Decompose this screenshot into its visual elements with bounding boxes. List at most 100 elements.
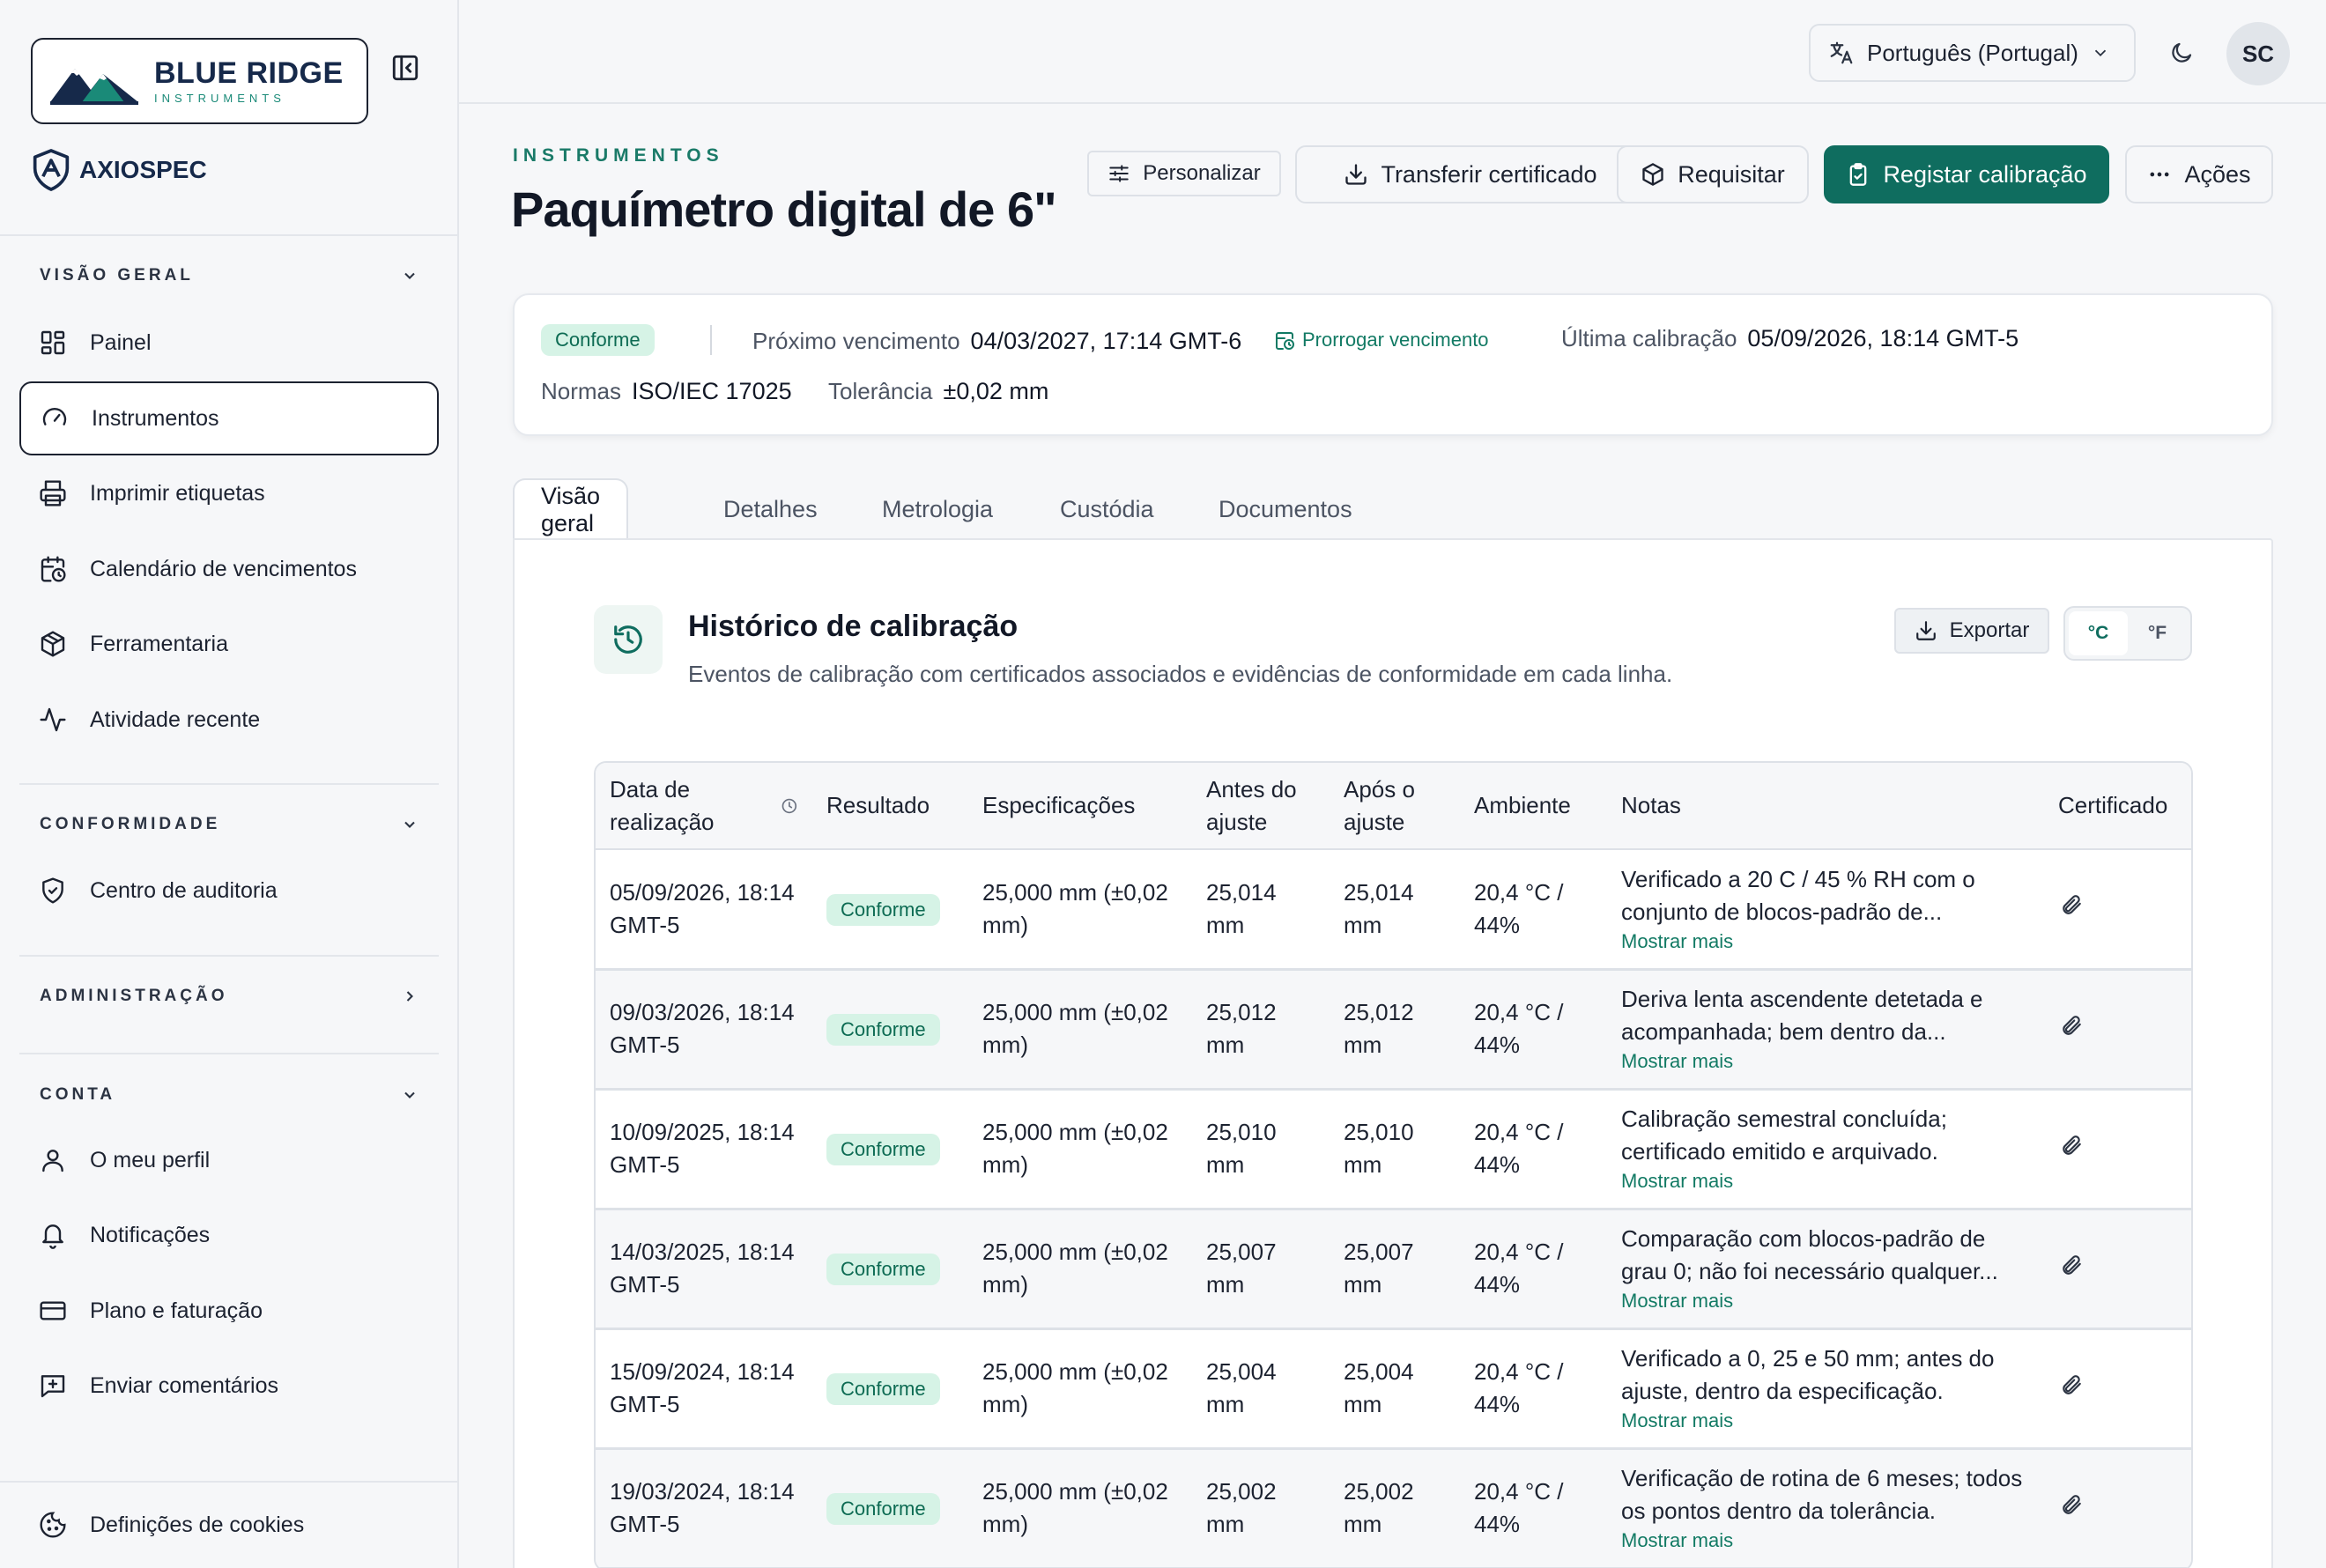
column-header-environment: Ambiente bbox=[1460, 763, 1607, 850]
tolerance-value: ±0,02 mm bbox=[943, 378, 1049, 404]
show-more-link[interactable]: Mostrar mais bbox=[1621, 1288, 2030, 1314]
theme-toggle-button[interactable] bbox=[2162, 33, 2201, 72]
breadcrumb: INSTRUMENTOS bbox=[513, 145, 724, 166]
customize-button[interactable]: Personalizar bbox=[1087, 151, 1281, 196]
cell-result: Conforme bbox=[812, 1209, 968, 1330]
paperclip-icon bbox=[2063, 1254, 2081, 1275]
tab-documents[interactable]: Documentos bbox=[1219, 478, 1352, 540]
section-overview-toggle[interactable]: VISÃO GERAL bbox=[40, 266, 419, 285]
paperclip-icon bbox=[2063, 1015, 2081, 1035]
sidebar-item-cookies[interactable]: Definições de cookies bbox=[19, 1488, 439, 1562]
log-calibration-button[interactable]: Registar calibração bbox=[1824, 145, 2109, 203]
cell-environment: 20,4 °C / 44% bbox=[1460, 1209, 1607, 1330]
divider bbox=[19, 1053, 439, 1054]
cell-result: Conforme bbox=[812, 1328, 968, 1450]
download-certificate-button[interactable]: Transferir certificado bbox=[1295, 145, 1646, 203]
certificate-attachment-button[interactable] bbox=[2060, 1134, 2083, 1157]
cell-result: Conforme bbox=[812, 1089, 968, 1210]
divider bbox=[19, 955, 439, 957]
unit-fahrenheit-option[interactable]: °F bbox=[2128, 611, 2187, 655]
last-calibration-label: Última calibração bbox=[1561, 325, 1737, 351]
next-due-label: Próximo vencimento bbox=[752, 328, 960, 354]
cell-after: 25,004 mm bbox=[1330, 1328, 1460, 1450]
show-more-link[interactable]: Mostrar mais bbox=[1621, 1048, 2030, 1075]
cell-notes: Verificação de rotina de 6 meses; todos … bbox=[1607, 1448, 2044, 1568]
activity-icon bbox=[40, 707, 66, 732]
standards-value: ISO/IEC 17025 bbox=[632, 378, 792, 404]
sidebar-item-profile[interactable]: O meu perfil bbox=[19, 1123, 439, 1197]
section-label: CONFORMIDADE bbox=[40, 815, 221, 833]
temperature-unit-toggle: °C °F bbox=[2063, 606, 2192, 661]
sidebar-item-audit[interactable]: Centro de auditoria bbox=[19, 854, 439, 928]
section-label: CONTA bbox=[40, 1085, 116, 1104]
cell-before: 25,002 mm bbox=[1192, 1448, 1330, 1568]
show-more-link[interactable]: Mostrar mais bbox=[1621, 1168, 2030, 1194]
cell-environment: 20,4 °C / 44% bbox=[1460, 969, 1607, 1091]
button-label: Transferir certificado bbox=[1381, 160, 1597, 188]
avatar[interactable]: SC bbox=[2226, 22, 2290, 85]
cell-date: 15/09/2024, 18:14 GMT-5 bbox=[596, 1328, 812, 1450]
show-more-link[interactable]: Mostrar mais bbox=[1621, 1408, 2030, 1434]
tab-details[interactable]: Detalhes bbox=[723, 478, 818, 540]
request-button[interactable]: Requisitar bbox=[1617, 145, 1809, 203]
sidebar-item-label: Calendário de vencimentos bbox=[90, 556, 357, 581]
sidebar-item-dashboard[interactable]: Painel bbox=[19, 306, 439, 380]
column-header-after: Após o ajuste bbox=[1330, 763, 1460, 850]
sidebar-item-notifications[interactable]: Notificações bbox=[19, 1198, 439, 1272]
unit-celsius-option[interactable]: °C bbox=[2069, 611, 2128, 655]
notes-text: Calibração semestral concluída; certific… bbox=[1621, 1106, 1947, 1165]
sidebar-item-activity[interactable]: Atividade recente bbox=[19, 683, 439, 757]
section-account-toggle[interactable]: CONTA bbox=[40, 1085, 419, 1105]
actions-button[interactable]: Ações bbox=[2125, 145, 2273, 203]
sidebar-item-labels[interactable]: Imprimir etiquetas bbox=[19, 456, 439, 530]
tab-metrology[interactable]: Metrologia bbox=[882, 478, 993, 540]
certificate-attachment-button[interactable] bbox=[2060, 893, 2083, 916]
show-more-link[interactable]: Mostrar mais bbox=[1621, 1527, 2030, 1554]
standards: Normas ISO/IEC 17025 bbox=[541, 378, 792, 405]
button-label: Requisitar bbox=[1678, 160, 1785, 188]
show-more-link[interactable]: Mostrar mais bbox=[1621, 928, 2030, 955]
brand-subtitle: INSTRUMENTS bbox=[154, 91, 285, 105]
standards-label: Normas bbox=[541, 378, 622, 404]
cell-spec: 25,000 mm (±0,02 mm) bbox=[968, 849, 1192, 971]
table-row: 14/03/2025, 18:14 GMT-5 Conforme 25,000 mm… bbox=[596, 1209, 2191, 1330]
sidebar-item-instruments[interactable]: Instrumentos bbox=[19, 381, 439, 455]
cell-environment: 20,4 °C / 44% bbox=[1460, 1448, 1607, 1568]
shield-check-icon bbox=[42, 877, 63, 904]
product-logo: AXIOSPEC bbox=[32, 148, 207, 192]
section-admin-toggle[interactable]: ADMINISTRAÇÃO bbox=[40, 987, 419, 1006]
paperclip-icon bbox=[2063, 895, 2081, 915]
notes-text: Verificação de rotina de 6 meses; todos … bbox=[1621, 1465, 2023, 1524]
paperclip-icon bbox=[2063, 1135, 2081, 1155]
grid-icon bbox=[41, 330, 65, 355]
cell-result: Conforme bbox=[812, 969, 968, 1091]
column-header-before: Antes do ajuste bbox=[1192, 763, 1330, 850]
chevron-down-icon bbox=[404, 272, 415, 279]
certificate-attachment-button[interactable] bbox=[2060, 1254, 2083, 1276]
section-title: Histórico de calibração bbox=[688, 610, 1019, 643]
tab-custody[interactable]: Custódia bbox=[1060, 478, 1154, 540]
tab-overview[interactable]: Visão geral bbox=[513, 478, 629, 540]
certificate-attachment-button[interactable] bbox=[2060, 1014, 2083, 1037]
export-button[interactable]: Exportar bbox=[1894, 608, 2049, 654]
section-compliance-toggle[interactable]: CONFORMIDADE bbox=[40, 815, 419, 834]
language-select[interactable]: Português (Portugal) bbox=[1809, 24, 2136, 82]
section-description: Eventos de calibração com certificados a… bbox=[688, 661, 1673, 687]
certificate-attachment-button[interactable] bbox=[2060, 1493, 2083, 1516]
sidebar-item-billing[interactable]: Plano e faturação bbox=[19, 1274, 439, 1348]
cell-notes: Calibração semestral concluída; certific… bbox=[1607, 1089, 2044, 1210]
cell-certificate bbox=[2044, 1328, 2191, 1450]
table-row: 09/03/2026, 18:14 GMT-5 Conforme 25,000 mm… bbox=[596, 969, 2191, 1091]
certificate-attachment-button[interactable] bbox=[2060, 1373, 2083, 1396]
sidebar-item-feedback[interactable]: Enviar comentários bbox=[19, 1349, 439, 1423]
brand-logo[interactable]: BLUE RIDGE INSTRUMENTS bbox=[31, 38, 368, 124]
column-header-date[interactable]: Data de realização bbox=[596, 763, 812, 850]
package-icon bbox=[41, 631, 65, 657]
sidebar-item-tools[interactable]: Ferramentaria bbox=[19, 607, 439, 681]
clock-icon bbox=[782, 798, 797, 813]
collapse-sidebar-button[interactable] bbox=[386, 48, 425, 87]
notes-text: Verificado a 20 C / 45 % RH com o conjun… bbox=[1621, 865, 1975, 925]
extend-due-link[interactable]: Prorrogar vencimento bbox=[1274, 329, 1489, 351]
sidebar-item-calendar[interactable]: Calendário de vencimentos bbox=[19, 532, 439, 606]
button-label: Exportar bbox=[1949, 618, 2030, 642]
